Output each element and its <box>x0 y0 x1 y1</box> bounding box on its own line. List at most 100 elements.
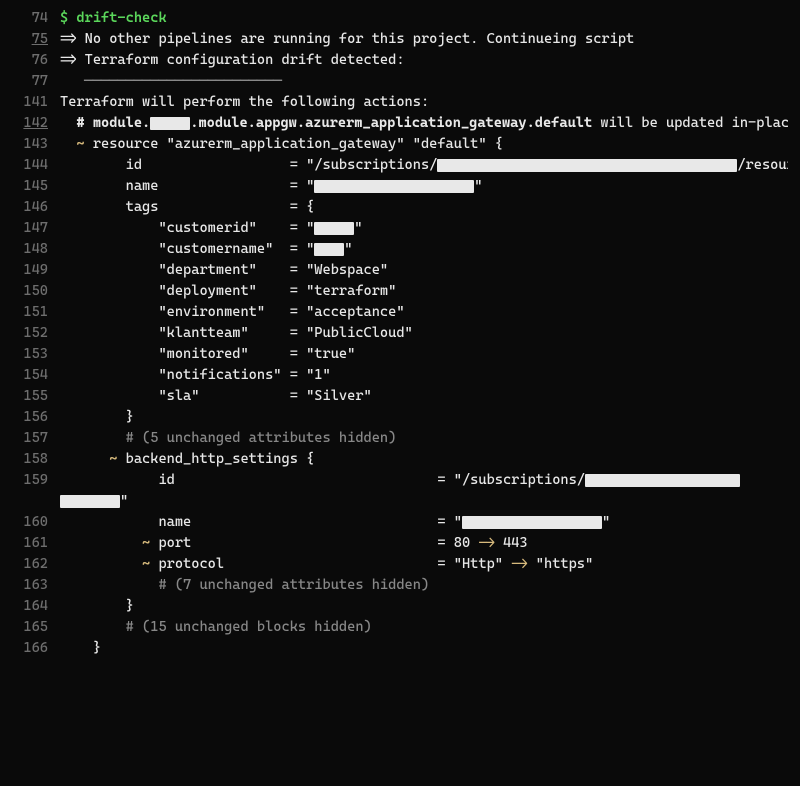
line-content: # (7 unchanged attributes hidden) <box>60 575 788 596</box>
line-149: 149 "department" = "Webspace" <box>12 260 788 281</box>
line-content: => No other pipelines are running for th… <box>60 29 788 50</box>
line-142: 142 # module..module.appgw.azurerm_appli… <box>12 113 788 134</box>
line-160: 160 name = "" <box>12 512 788 533</box>
line-content: } <box>60 596 788 617</box>
line-content: ~ port = 80 -> 443 <box>60 533 788 554</box>
line-159: 159 id = "/subscriptions/ <box>12 470 788 491</box>
line-163: 163 # (7 unchanged attributes hidden) <box>12 575 788 596</box>
line-content: "klantteam" = "PublicCloud" <box>60 323 788 344</box>
line-number: 151 <box>12 302 48 323</box>
line-content: ~ resource "azurerm_application_gateway"… <box>60 134 788 155</box>
line-number: 161 <box>12 533 48 554</box>
line-number: 154 <box>12 365 48 386</box>
line-number: 160 <box>12 512 48 533</box>
line-150: 150 "deployment" = "terraform" <box>12 281 788 302</box>
redacted-block <box>585 474 740 487</box>
line-156: 156 } <box>12 407 788 428</box>
line-141: 141 Terraform will perform the following… <box>12 92 788 113</box>
line-content: Terraform will perform the following act… <box>60 92 788 113</box>
line-content: "sla" = "Silver" <box>60 386 788 407</box>
line-content: id = "/subscriptions/ <box>60 470 788 491</box>
line-number: 155 <box>12 386 48 407</box>
line-content: name = "" <box>60 512 788 533</box>
line-74: 74 $ drift-check <box>12 8 788 29</box>
line-number: 141 <box>12 92 48 113</box>
line-content: # (15 unchanged blocks hidden) <box>60 617 788 638</box>
line-number: 149 <box>12 260 48 281</box>
redacted-block <box>60 495 120 508</box>
line-content: $ drift-check <box>60 8 788 29</box>
terminal-output: 74 $ drift-check 75 => No other pipeline… <box>12 8 788 659</box>
line-number: 156 <box>12 407 48 428</box>
line-166: 166 } <box>12 638 788 659</box>
line-75: 75 => No other pipelines are running for… <box>12 29 788 50</box>
line-content: id = "/subscriptions//resour <box>60 155 788 176</box>
line-77: 77 ──────────────────────── <box>12 71 788 92</box>
line-161: 161 ~ port = 80 -> 443 <box>12 533 788 554</box>
line-content: ──────────────────────── <box>60 71 788 92</box>
line-146: 146 tags = { <box>12 197 788 218</box>
line-number: 146 <box>12 197 48 218</box>
line-content: } <box>60 407 788 428</box>
line-number: 163 <box>12 575 48 596</box>
line-number: 159 <box>12 470 48 491</box>
line-151: 151 "environment" = "acceptance" <box>12 302 788 323</box>
line-number: 145 <box>12 176 48 197</box>
line-number: 76 <box>12 50 48 71</box>
line-number: 158 <box>12 449 48 470</box>
line-153: 153 "monitored" = "true" <box>12 344 788 365</box>
line-162: 162 ~ protocol = "Http" -> "https" <box>12 554 788 575</box>
line-76: 76 => Terraform configuration drift dete… <box>12 50 788 71</box>
redacted-block <box>462 516 602 529</box>
line-content: "customerid" = "" <box>60 218 788 239</box>
line-number: 150 <box>12 281 48 302</box>
line-number: 143 <box>12 134 48 155</box>
line-165: 165 # (15 unchanged blocks hidden) <box>12 617 788 638</box>
line-number: 74 <box>12 8 48 29</box>
line-content: "environment" = "acceptance" <box>60 302 788 323</box>
line-content: # module..module.appgw.azurerm_applicati… <box>60 113 788 134</box>
redacted-block <box>314 243 344 256</box>
line-157: 157 # (5 unchanged attributes hidden) <box>12 428 788 449</box>
line-number: 152 <box>12 323 48 344</box>
line-number: 77 <box>12 71 48 92</box>
line-number: 148 <box>12 239 48 260</box>
line-148: 148 "customername" = "" <box>12 239 788 260</box>
line-number: 153 <box>12 344 48 365</box>
line-content: ~ backend_http_settings { <box>60 449 788 470</box>
line-154: 154 "notifications" = "1" <box>12 365 788 386</box>
redacted-block <box>437 159 737 172</box>
line-152: 152 "klantteam" = "PublicCloud" <box>12 323 788 344</box>
line-content: " <box>60 491 788 512</box>
line-number: 147 <box>12 218 48 239</box>
line-content: "monitored" = "true" <box>60 344 788 365</box>
redacted-block <box>314 180 474 193</box>
line-number: 164 <box>12 596 48 617</box>
line-155: 155 "sla" = "Silver" <box>12 386 788 407</box>
line-164: 164 } <box>12 596 788 617</box>
line-content: name = "" <box>60 176 788 197</box>
line-number: 75 <box>12 29 48 50</box>
line-content: "deployment" = "terraform" <box>60 281 788 302</box>
line-158: 158 ~ backend_http_settings { <box>12 449 788 470</box>
line-159b: " <box>12 491 788 512</box>
line-content: "customername" = "" <box>60 239 788 260</box>
line-143: 143 ~ resource "azurerm_application_gate… <box>12 134 788 155</box>
line-content: } <box>60 638 788 659</box>
line-number: 162 <box>12 554 48 575</box>
line-content: "department" = "Webspace" <box>60 260 788 281</box>
line-content: => Terraform configuration drift detecte… <box>60 50 788 71</box>
redacted-block <box>314 222 354 235</box>
line-number: 142 <box>12 113 48 134</box>
line-number: 144 <box>12 155 48 176</box>
line-145: 145 name = "" <box>12 176 788 197</box>
line-number: 165 <box>12 617 48 638</box>
redacted-block <box>150 117 190 130</box>
line-content: "notifications" = "1" <box>60 365 788 386</box>
line-144: 144 id = "/subscriptions//resour <box>12 155 788 176</box>
line-147: 147 "customerid" = "" <box>12 218 788 239</box>
line-number: 166 <box>12 638 48 659</box>
line-content: # (5 unchanged attributes hidden) <box>60 428 788 449</box>
line-content: tags = { <box>60 197 788 218</box>
line-content: ~ protocol = "Http" -> "https" <box>60 554 788 575</box>
